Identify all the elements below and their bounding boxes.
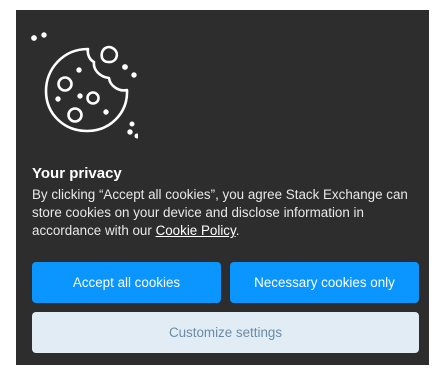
dialog-title: Your privacy [32, 165, 122, 182]
privacy-description-end: . [235, 223, 240, 238]
page-background: Your privacy By clicking “Accept all coo… [0, 0, 435, 372]
privacy-description: By clicking “Accept all cookies”, you ag… [32, 186, 424, 240]
cookie-icon [31, 32, 138, 139]
privacy-dialog: Your privacy By clicking “Accept all coo… [16, 10, 429, 365]
necessary-cookies-only-button[interactable]: Necessary cookies only [230, 262, 419, 303]
customize-settings-button[interactable]: Customize settings [32, 312, 419, 353]
cookie-policy-link[interactable]: Cookie Policy [156, 223, 236, 238]
accept-all-cookies-button[interactable]: Accept all cookies [32, 262, 221, 303]
